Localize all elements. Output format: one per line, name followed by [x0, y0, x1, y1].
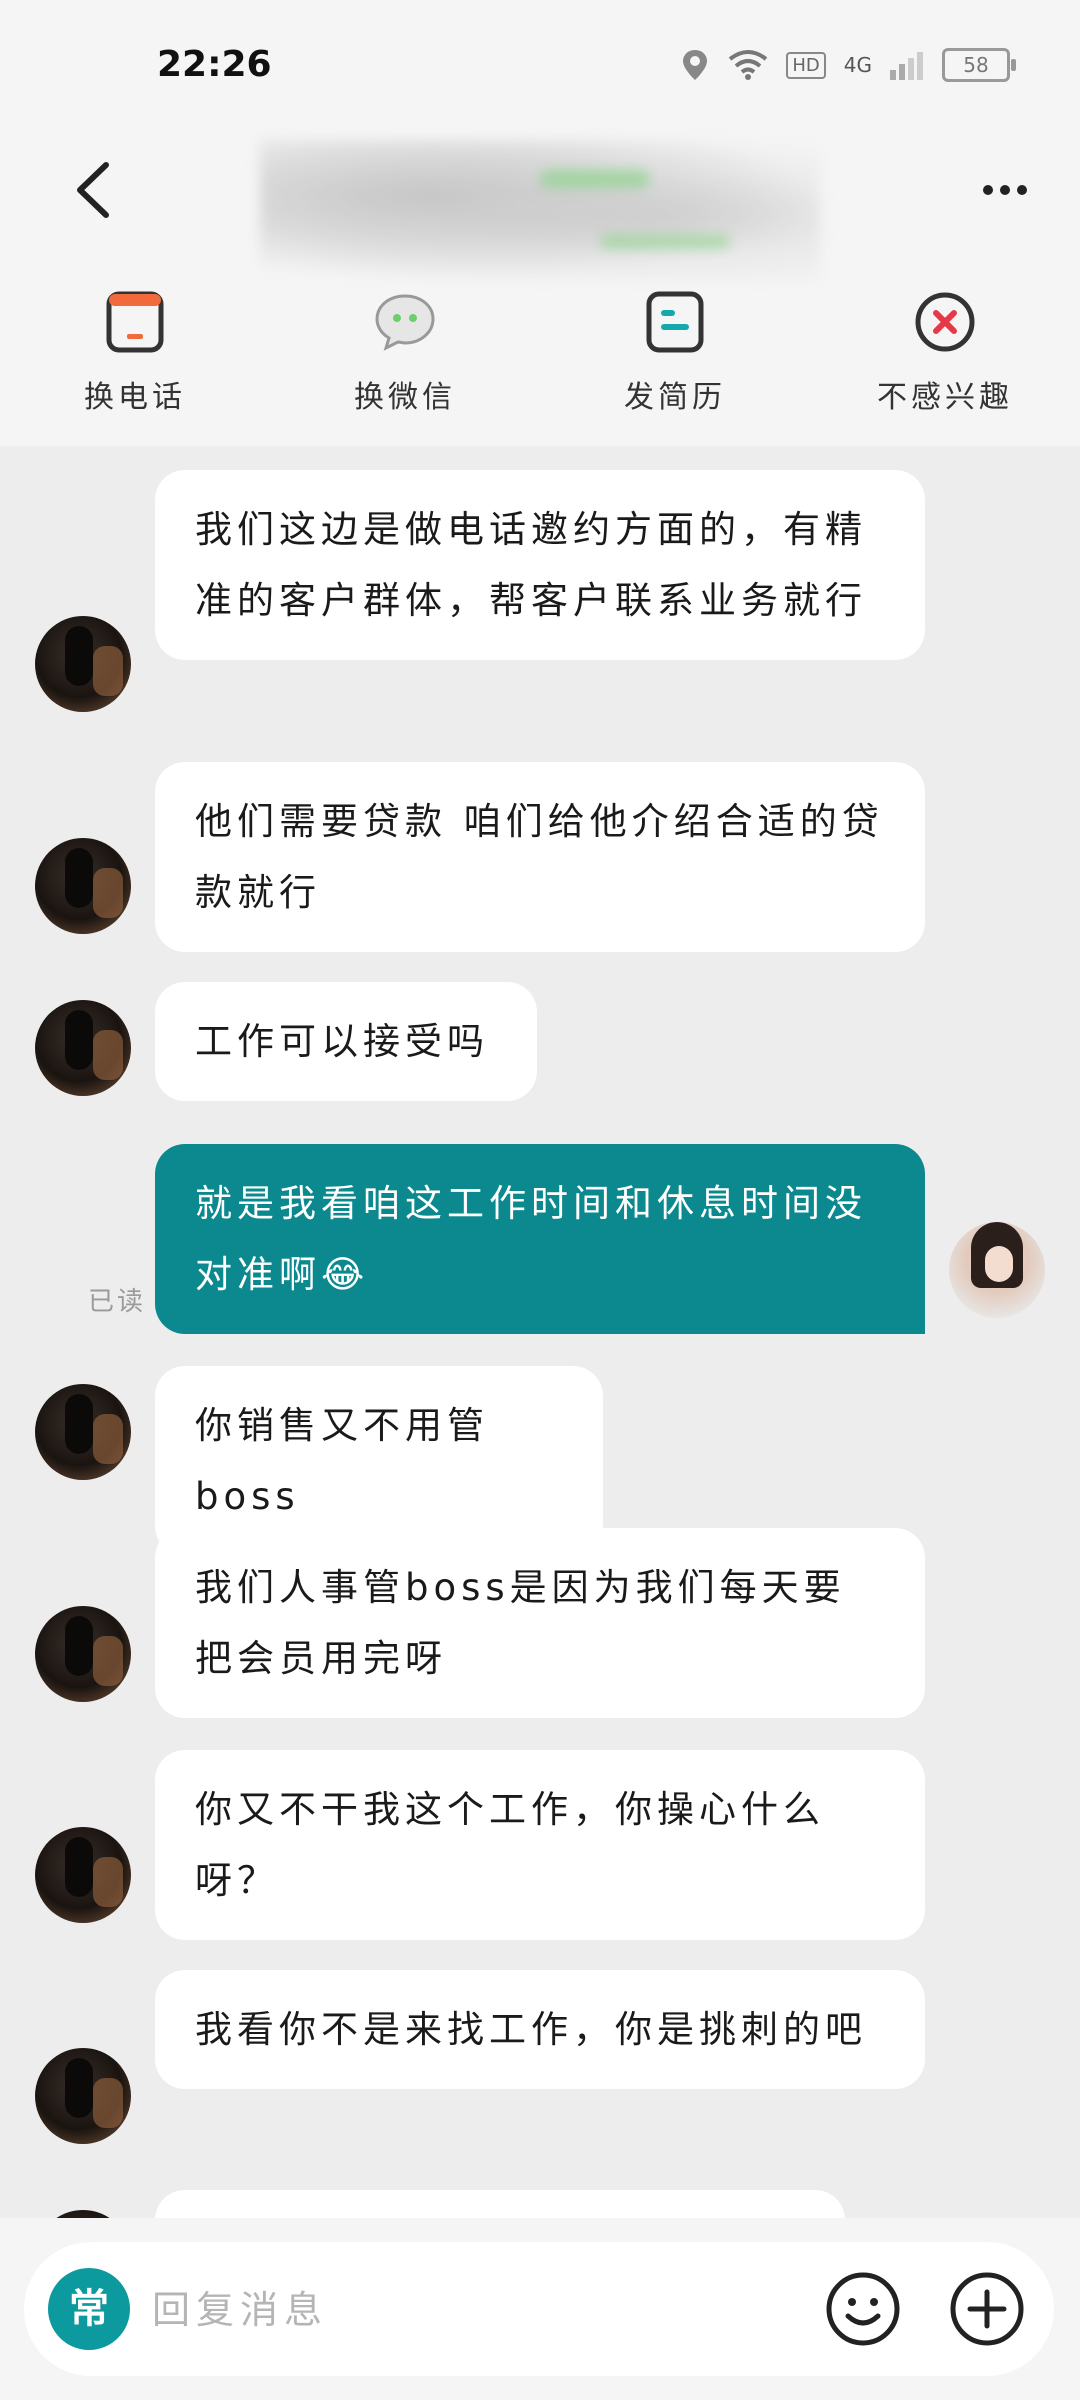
composer-input-container: 常 [24, 2242, 1054, 2376]
quick-actions: 换电话 换微信 发简历 不感兴趣 [0, 290, 1080, 420]
not-interested-action[interactable]: 不感兴趣 [845, 290, 1045, 416]
message-bubble-other[interactable]: 我们人事管boss是因为我们每天要把会员用完呀 [155, 1528, 925, 1718]
contact-avatar[interactable] [35, 1000, 131, 1096]
network-indicator: 4G [843, 53, 872, 77]
wechat-icon [375, 294, 435, 351]
battery-indicator: 58 [942, 48, 1016, 82]
add-attachment-icon[interactable] [948, 2270, 1026, 2348]
message-bubble-other[interactable]: 我们这边是做电话邀约方面的，有精准的客户群体，帮客户联系业务就行 [155, 470, 925, 660]
message-bubble-other[interactable]: 他们需要贷款 咱们给他介绍合适的贷款就行 [155, 762, 925, 952]
not-interested-icon [915, 292, 975, 352]
status-icons: HD 4G 58 [680, 48, 1016, 82]
contact-avatar[interactable] [35, 616, 131, 712]
contact-avatar[interactable] [35, 1384, 131, 1480]
composer-bar: 常 [0, 2218, 1080, 2400]
resume-icon [646, 291, 704, 353]
chat-header: 换电话 换微信 发简历 不感兴趣 [0, 130, 1080, 446]
contact-name-obscured [260, 140, 820, 280]
contact-avatar[interactable] [35, 1606, 131, 1702]
reply-input[interactable] [150, 2272, 754, 2348]
common-phrases-button[interactable]: 常 [48, 2268, 130, 2350]
back-button[interactable] [60, 155, 130, 225]
emoji-icon[interactable] [824, 2270, 902, 2348]
contact-avatar[interactable] [35, 1827, 131, 1923]
not-interested-label: 不感兴趣 [877, 380, 1013, 415]
message-bubble-self[interactable]: 就是我看咱这工作时间和休息时间没对准啊😂 [155, 1144, 925, 1334]
message-bubble-other[interactable]: 你又不干我这个工作，你操心什么呀？ [155, 1750, 925, 1940]
message-bubble-other[interactable]: 我看你不是来找工作，你是挑刺的吧 [155, 1970, 925, 2089]
read-receipt: 已读 [88, 1287, 147, 1317]
message-bubble-partial[interactable] [155, 2190, 845, 2218]
phone-swap-icon [106, 291, 164, 353]
location-icon [683, 50, 708, 80]
contact-avatar[interactable] [35, 2210, 131, 2218]
send-resume-label: 发简历 [624, 380, 726, 415]
send-resume-action[interactable]: 发简历 [575, 290, 775, 416]
signal-icon [890, 52, 923, 80]
more-options-button[interactable] [970, 155, 1040, 225]
message-bubble-other[interactable]: 工作可以接受吗 [155, 982, 537, 1101]
hd-indicator: HD [786, 51, 826, 79]
contact-avatar[interactable] [35, 838, 131, 934]
wifi-icon [729, 50, 768, 80]
status-time: 22:26 [157, 44, 272, 85]
swap-phone-label: 换电话 [84, 380, 186, 415]
status-bar: 22:26 HD 4G 58 [0, 0, 1080, 130]
swap-wechat-label: 换微信 [354, 380, 456, 415]
self-avatar[interactable] [949, 1222, 1045, 1318]
contact-avatar[interactable] [35, 2048, 131, 2144]
swap-wechat-action[interactable]: 换微信 [305, 290, 505, 416]
message-list[interactable]: 我们这边是做电话邀约方面的，有精准的客户群体，帮客户联系业务就行 他们需要贷款 … [0, 446, 1080, 2218]
swap-phone-action[interactable]: 换电话 [35, 290, 235, 416]
